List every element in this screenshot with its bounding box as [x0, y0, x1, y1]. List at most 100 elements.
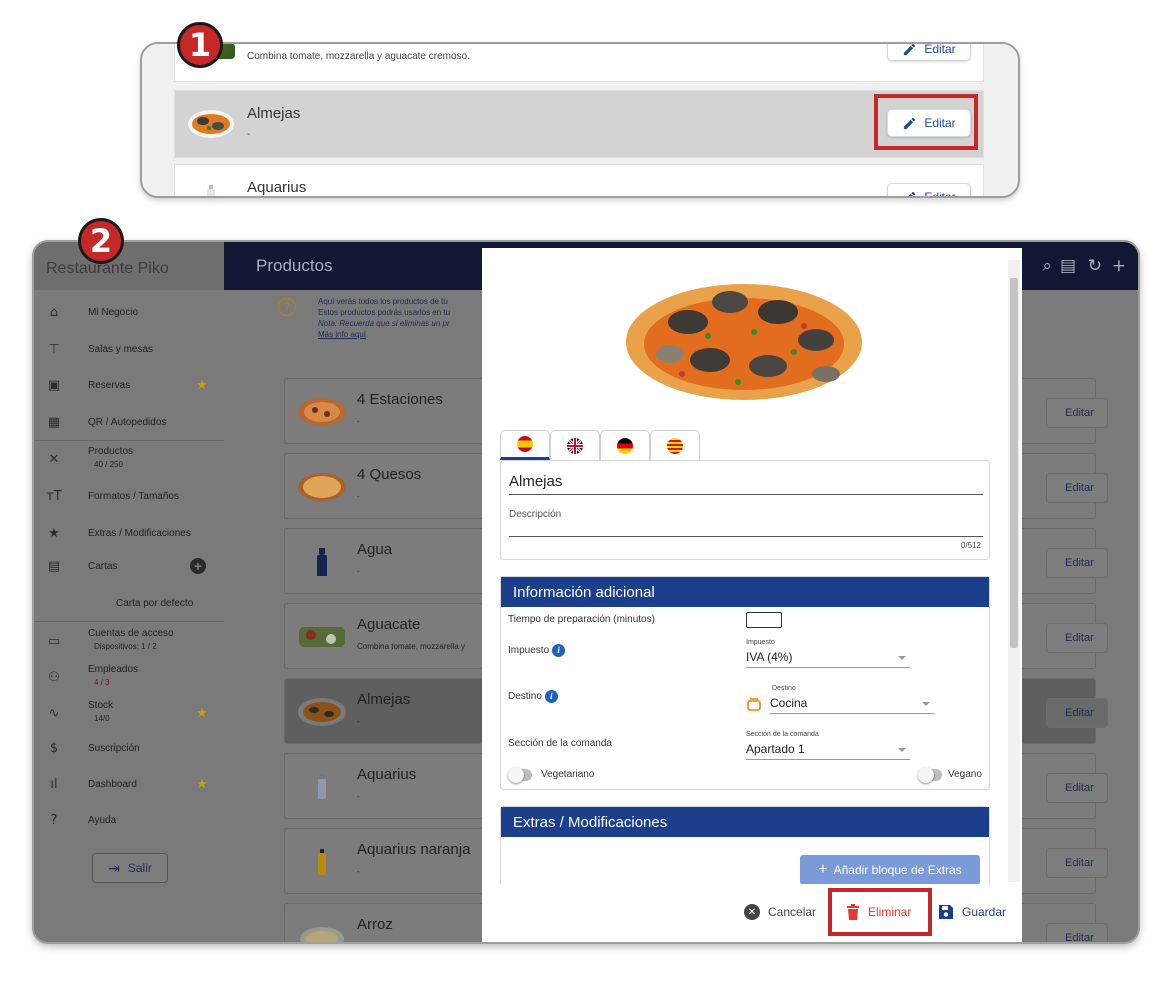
add-icon[interactable]: + [1112, 256, 1126, 276]
sidebar-item-mi-negocio[interactable]: ⌂ Mi Negocio [34, 297, 224, 327]
sidebar-item-count: 40 / 250 [94, 460, 123, 469]
section-field-label: Sección de la comanda [746, 731, 819, 738]
sidebar-item-count: Dispositivos: 1 / 2 [94, 642, 157, 651]
page-title: Productos [256, 256, 333, 275]
char-counter: 0/512 [960, 541, 981, 550]
help-icon: ? [50, 812, 58, 828]
logout-button[interactable]: ⇥ Salir [92, 853, 168, 883]
tab-lang-es[interactable] [500, 430, 550, 460]
add-carta-icon[interactable]: + [190, 558, 206, 574]
sidebar-item-label: Reservas [88, 379, 131, 391]
germany-flag-icon [617, 437, 633, 454]
search-icon[interactable]: ⌕ [1042, 256, 1052, 276]
bar-chart-icon: ıl [50, 776, 58, 792]
tab-lang-ca[interactable] [650, 430, 700, 460]
sidebar-item-carta-defecto[interactable]: Carta por defecto [34, 588, 224, 618]
tax-label: Impuesto i [508, 644, 566, 657]
product-name: 4 Estaciones [357, 391, 443, 408]
edit-button-label: Editar [1065, 407, 1094, 419]
pencil-icon [908, 191, 916, 196]
text-size-icon: тТ [46, 488, 62, 504]
edit-button-label: Editar [1065, 932, 1094, 944]
additional-info-card: Información adicional [500, 576, 990, 790]
sidebar-item-cuentas[interactable]: ▭ Cuentas de acceso Dispositivos: 1 / 2 [34, 626, 224, 656]
sidebar-item-label: Productos [88, 446, 134, 457]
sidebar-item-suscripcion[interactable]: $ Suscripción [34, 733, 224, 763]
prep-time-input[interactable] [746, 612, 782, 628]
modal-scrollbar[interactable] [1008, 260, 1020, 882]
chevron-down-icon [898, 748, 906, 752]
edit-button-label: Editar [924, 42, 956, 56]
menu-book-icon: ▤ [47, 558, 61, 574]
vegan-toggle[interactable] [918, 767, 942, 783]
save-button[interactable]: Guardar [938, 900, 1006, 924]
edit-button[interactable]: Editar [1046, 473, 1108, 503]
edit-button[interactable]: Editar [887, 183, 971, 198]
sidebar-item-empleados[interactable]: ⚇ Empleados 4 / 3 [34, 662, 224, 692]
sidebar-item-ayuda[interactable]: ? Ayuda [34, 805, 224, 835]
edit-button[interactable]: Editar [1046, 773, 1108, 803]
list-item[interactable]: Aquarius Editar [174, 164, 984, 198]
tab-lang-de[interactable] [600, 430, 650, 460]
destination-select[interactable]: Cocina [770, 696, 934, 714]
sidebar-item-productos[interactable]: ✕ Productos 40 / 250 [34, 444, 224, 474]
edit-button[interactable]: Editar [1046, 923, 1108, 944]
people-icon: ⚇ [48, 669, 60, 685]
cancel-button[interactable]: ✕ Cancelar [744, 900, 816, 924]
edit-button[interactable]: Editar [1046, 698, 1108, 728]
clipboard-search-icon[interactable]: ▤ [1060, 256, 1076, 276]
edit-button[interactable]: Editar [887, 42, 971, 61]
info-icon[interactable]: i [544, 690, 558, 703]
divider [34, 440, 224, 441]
sidebar-item-label: Dashboard [88, 778, 137, 790]
edit-button-label: Editar [1065, 632, 1094, 644]
sidebar-item-extras[interactable]: ★ Extras / Modificaciones [34, 518, 224, 548]
sidebar-item-qr[interactable]: ▦ QR / Autopedidos [34, 407, 224, 437]
name-input[interactable]: Almejas [509, 473, 983, 495]
sidebar-item-formatos[interactable]: тТ Formatos / Tamaños [34, 481, 224, 511]
trend-icon: ∿ [48, 705, 60, 721]
floppy-disk-icon [939, 905, 953, 919]
info-icon[interactable]: i [552, 644, 566, 657]
dollar-icon: $ [49, 740, 59, 756]
sidebar-item-dashboard[interactable]: ıl Dashboard ★ [34, 769, 224, 799]
add-extras-button[interactable]: + Añadir bloque de Extras [800, 855, 980, 885]
cutlery-icon: ✕ [48, 451, 60, 467]
list-item-selected[interactable]: Almejas - Editar [174, 90, 984, 158]
sidebar-item-reservas[interactable]: ▣ Reservas ★ [34, 370, 224, 400]
section-label: Sección de la comanda [508, 738, 612, 749]
product-image [626, 284, 862, 400]
destination-label: Destino i [508, 690, 558, 703]
sidebar-item-label: Carta por defecto [116, 597, 194, 609]
help-icon: ? [278, 298, 296, 316]
edit-button[interactable]: Editar [1046, 548, 1108, 578]
product-description: - [357, 867, 360, 876]
refresh-icon[interactable]: ↻ [1088, 256, 1102, 276]
sidebar-item-label: Extras / Modificaciones [88, 527, 191, 539]
sidebar-item-count: 14/0 [94, 714, 110, 723]
sidebar-item-label: Formatos / Tamaños [88, 490, 179, 502]
catalonia-flag-icon [667, 437, 683, 454]
sidebar-item-cartas[interactable]: ▤ Cartas + [34, 551, 224, 581]
sidebar-item-label: Stock [88, 700, 114, 711]
tax-select[interactable]: IVA (4%) [746, 650, 910, 668]
list-item[interactable]: Combina tomate, mozzarella y aguacate cr… [174, 42, 984, 82]
name-description-card: Almejas Descripción 0/512 [500, 460, 990, 560]
edit-button-label: Editar [1065, 707, 1094, 719]
pencil-icon [904, 44, 916, 55]
scrollbar-thumb[interactable] [1010, 278, 1018, 648]
product-name: Aquarius [247, 179, 307, 196]
description-input[interactable] [509, 523, 983, 537]
edit-button-label: Editar [924, 190, 956, 198]
sidebar-item-stock[interactable]: ∿ Stock 14/0 ★ [34, 698, 224, 728]
edit-button[interactable]: Editar [1046, 848, 1108, 878]
divider [34, 621, 224, 622]
vegetarian-toggle[interactable] [508, 767, 532, 783]
product-thumbnail [299, 627, 345, 647]
sidebar-item-salas[interactable]: ⊤ Salas y mesas [34, 334, 224, 364]
edit-button[interactable]: Editar [1046, 623, 1108, 653]
product-name: Almejas [247, 105, 301, 122]
section-select[interactable]: Apartado 1 [746, 742, 910, 760]
edit-button[interactable]: Editar [1046, 398, 1108, 428]
tab-lang-en[interactable] [550, 430, 600, 460]
